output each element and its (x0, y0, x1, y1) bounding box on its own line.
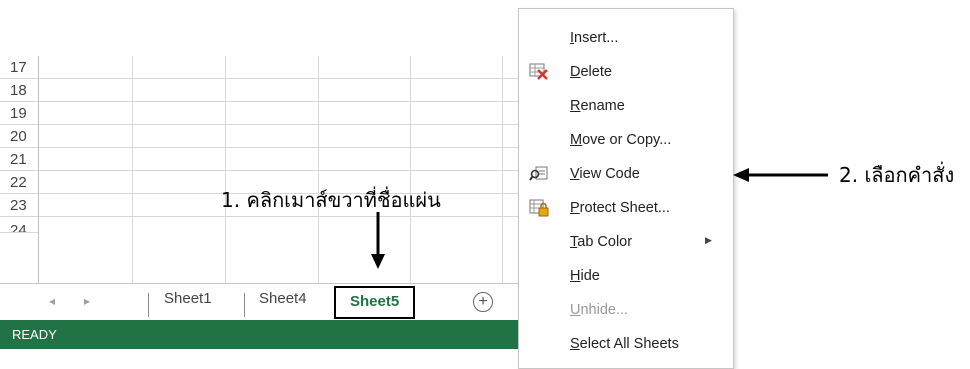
menu-label-view-code: iew Code (579, 166, 640, 182)
menu-accelerator: P (570, 200, 580, 216)
row-header-23[interactable]: 23 (0, 194, 38, 217)
add-sheet-icon[interactable]: + (473, 292, 493, 312)
tab-sheet4[interactable]: Sheet4 (259, 290, 307, 307)
grid-line (38, 170, 520, 171)
sheet-tab-bar: ◂ ▸ Sheet1 Sheet4 Sheet5 + (0, 283, 520, 321)
tab-scroll-left-icon[interactable]: ◂ (49, 294, 55, 308)
menu-label-unhide: nhide... (580, 302, 629, 318)
row-header-18[interactable]: 18 (0, 79, 38, 102)
status-bar: READY (0, 320, 520, 349)
submenu-arrow-icon: ▶ (705, 235, 712, 245)
menu-label-delete: elete (580, 64, 612, 80)
menu-accelerator: V (570, 166, 580, 182)
column-line (502, 56, 503, 286)
delete-sheet-icon (529, 63, 548, 80)
column-line (132, 56, 133, 286)
menu-item-hide[interactable]: Hide (519, 259, 733, 293)
menu-accelerator: U (570, 302, 581, 318)
menu-item-insert[interactable]: Insert... (519, 21, 733, 55)
menu-label-tab-color: ab Color (577, 234, 633, 250)
menu-label-hide: ide (580, 268, 600, 284)
row-header-24[interactable]: 24 (0, 217, 38, 233)
menu-label-move-or-copy: ove or Copy... (582, 132, 672, 148)
grid-line (38, 78, 520, 79)
grid-line (38, 216, 520, 217)
menu-item-delete[interactable]: Delete (519, 55, 733, 89)
view-code-icon (529, 166, 548, 181)
tab-separator (148, 293, 149, 317)
arrow-down-icon (371, 212, 385, 269)
menu-accelerator: M (570, 132, 583, 148)
menu-label-insert: nsert... (574, 30, 619, 46)
grid-line (38, 124, 520, 125)
annotation-step-2: 2. เลือกคำสั่ง (839, 163, 955, 187)
tab-sheet1[interactable]: Sheet1 (164, 290, 212, 307)
menu-label-protect-sheet: rotect Sheet... (579, 200, 670, 216)
row-header-17[interactable]: 17 (0, 56, 38, 79)
menu-item-protect-sheet[interactable]: Protect Sheet... (519, 191, 733, 225)
menu-label-select-all-sheets: elect All Sheets (579, 336, 679, 352)
sheet-tab-context-menu: Insert... Delete Rename Move or Copy... … (518, 8, 734, 369)
tab-scroll-right-icon[interactable]: ▸ (84, 294, 90, 308)
tab-sheet5-active[interactable]: Sheet5 (334, 286, 416, 319)
column-line (410, 56, 411, 286)
annotation-step-1: 1. คลิกเมาส์ขวาที่ชื่อแผ่น (221, 188, 441, 212)
tab-separator (244, 293, 245, 317)
menu-label-rename: ename (580, 98, 625, 114)
menu-accelerator: S (570, 336, 580, 352)
row-header-21[interactable]: 21 (0, 148, 38, 171)
row-header-22[interactable]: 22 (0, 171, 38, 194)
menu-item-unhide: Unhide... (519, 293, 733, 327)
menu-accelerator: D (570, 64, 581, 80)
menu-accelerator: R (570, 98, 581, 114)
menu-item-rename[interactable]: Rename (519, 89, 733, 123)
menu-item-move-or-copy[interactable]: Move or Copy... (519, 123, 733, 157)
protect-sheet-icon (529, 199, 549, 217)
menu-item-tab-color[interactable]: Tab Color ▶ (519, 225, 733, 259)
menu-item-select-all-sheets[interactable]: Select All Sheets (519, 327, 733, 361)
spreadsheet-grid[interactable]: 17 18 19 20 21 22 23 24 (0, 56, 520, 302)
status-ready: READY (12, 327, 57, 342)
menu-accelerator: H (570, 268, 581, 284)
row-header-19[interactable]: 19 (0, 102, 38, 125)
column-line (38, 56, 39, 286)
column-line (225, 56, 226, 286)
row-header-20[interactable]: 20 (0, 125, 38, 148)
column-line (318, 56, 319, 286)
arrow-left-icon (733, 168, 828, 182)
menu-item-view-code[interactable]: View Code (519, 157, 733, 191)
grid-line (38, 101, 520, 102)
grid-line (38, 147, 520, 148)
